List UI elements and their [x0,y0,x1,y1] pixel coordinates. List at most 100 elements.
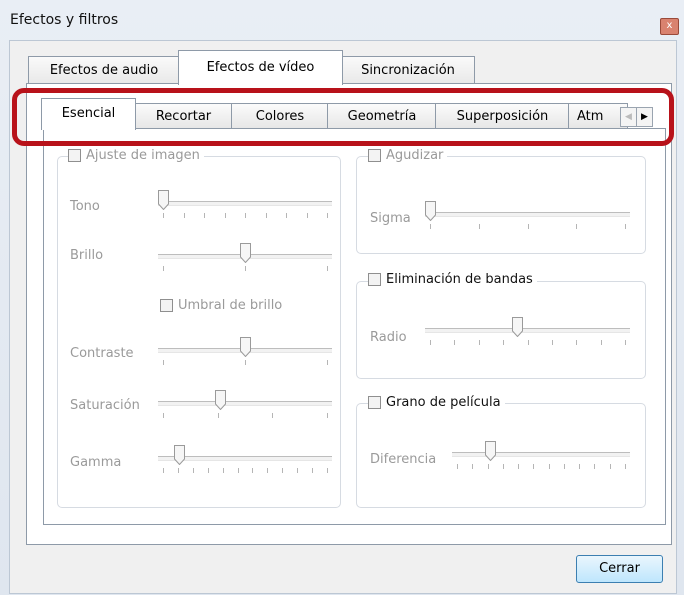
slider-tick [327,266,328,271]
umbral-label: Umbral de brillo [178,298,283,313]
tab-atmo[interactable]: Atm [568,103,628,128]
slider-tick [286,213,287,218]
slider-tick [204,213,205,218]
slider-tick [163,213,164,218]
dialog-window: Efectos y filtros x Efectos de audio Efe… [0,0,684,595]
slider-tick [327,213,328,218]
tab-geometria[interactable]: Geometría [327,103,437,129]
slider-tick [527,224,529,229]
slider-tick [327,360,328,365]
grain-label: Grano de película [386,395,501,410]
radio-slider[interactable] [425,317,630,351]
tono-slider[interactable] [158,190,332,224]
slider-tick [183,213,185,218]
slider-tick [478,224,480,229]
slider-tick [163,468,164,473]
tab-colores[interactable]: Colores [231,103,329,129]
title-bar: Efectos y filtros x [0,0,684,40]
slider-track [425,212,630,217]
banding-label: Eliminación de bandas [386,272,533,287]
sharpen-label: Agudizar [386,148,444,163]
slider-tick [533,464,535,469]
brillo-slider[interactable] [158,243,332,277]
slider-track [158,201,332,206]
slider-tick [245,360,246,365]
grain-checkbox[interactable] [368,396,381,409]
window-title: Efectos y filtros [10,12,119,28]
radio-label: Radio [370,330,407,345]
sigma-slider[interactable] [425,201,630,235]
slider-tick [163,360,164,365]
slider-tick [430,340,431,345]
slider-tick [245,213,246,218]
tab-efectos-video[interactable]: Efectos de vídeo [178,50,343,85]
tab-esencial[interactable]: Esencial [41,98,136,130]
slider-tick [478,340,480,345]
slider-tick [502,464,504,469]
slider-tick [327,413,328,418]
slider-tick [518,464,520,469]
slider-track [452,452,630,457]
slider-tick [327,468,328,473]
slider-tick [245,266,246,271]
slider-tick [594,464,596,469]
slider-tick [625,340,626,345]
slider-tick [609,464,611,469]
slider-tick [217,413,219,418]
tab-superposicion[interactable]: Superposición [435,103,570,129]
cerrar-button[interactable]: Cerrar [576,555,663,583]
gamma-label: Gamma [70,455,122,470]
image-adjust-checkbox[interactable] [68,149,81,162]
brillo-label: Brillo [70,248,104,263]
image-adjust-checkbox-row[interactable]: Ajuste de imagen [68,148,204,163]
contraste-slider[interactable] [158,337,332,371]
umbral-checkbox-row[interactable]: Umbral de brillo [160,298,287,313]
sharpen-checkbox[interactable] [368,149,381,162]
tab-recortar[interactable]: Recortar [134,103,233,129]
close-window-button[interactable]: x [660,18,679,35]
slider-tick [282,468,284,473]
slider-thumb[interactable] [215,390,227,410]
tab-scroll-left-button[interactable]: ◀ [620,107,637,127]
slider-tick [472,464,474,469]
slider-thumb[interactable] [239,243,251,263]
sharpen-checkbox-row[interactable]: Agudizar [368,148,448,163]
tab-scroll-right-button[interactable]: ▶ [636,107,653,127]
slider-tick [576,340,578,345]
gamma-slider[interactable] [158,445,332,479]
slider-tick [551,340,553,345]
slider-tick [548,464,550,469]
slider-thumb[interactable] [485,441,497,461]
slider-tick [430,224,431,229]
slider-thumb[interactable] [174,445,186,465]
slider-tick [579,464,581,469]
diferencia-slider[interactable] [452,441,630,475]
umbral-checkbox[interactable] [160,299,173,312]
slider-thumb[interactable] [239,337,251,357]
slider-tick [177,468,179,473]
slider-track [425,328,630,333]
slider-tick [163,413,164,418]
slider-thumb[interactable] [512,317,524,337]
slider-tick [600,340,602,345]
grain-checkbox-row[interactable]: Grano de película [368,395,505,410]
slider-thumb[interactable] [425,201,436,221]
slider-tick [487,464,489,469]
tab-sincronizacion[interactable]: Sincronización [341,56,475,84]
sigma-label: Sigma [370,211,411,226]
contraste-label: Contraste [70,346,134,361]
slider-tick [224,213,226,218]
slider-tick [222,468,224,473]
banding-checkbox-row[interactable]: Eliminación de bandas [368,272,537,287]
slider-tick [625,224,626,229]
slider-tick [563,464,565,469]
slider-tick [252,468,254,473]
slider-thumb[interactable] [158,190,169,210]
slider-tick [457,464,458,469]
slider-tick [625,464,626,469]
tab-efectos-audio[interactable]: Efectos de audio [28,56,180,84]
slider-tick [527,340,529,345]
banding-checkbox[interactable] [368,273,381,286]
slider-tick [207,468,209,473]
saturacion-slider[interactable] [158,390,332,424]
